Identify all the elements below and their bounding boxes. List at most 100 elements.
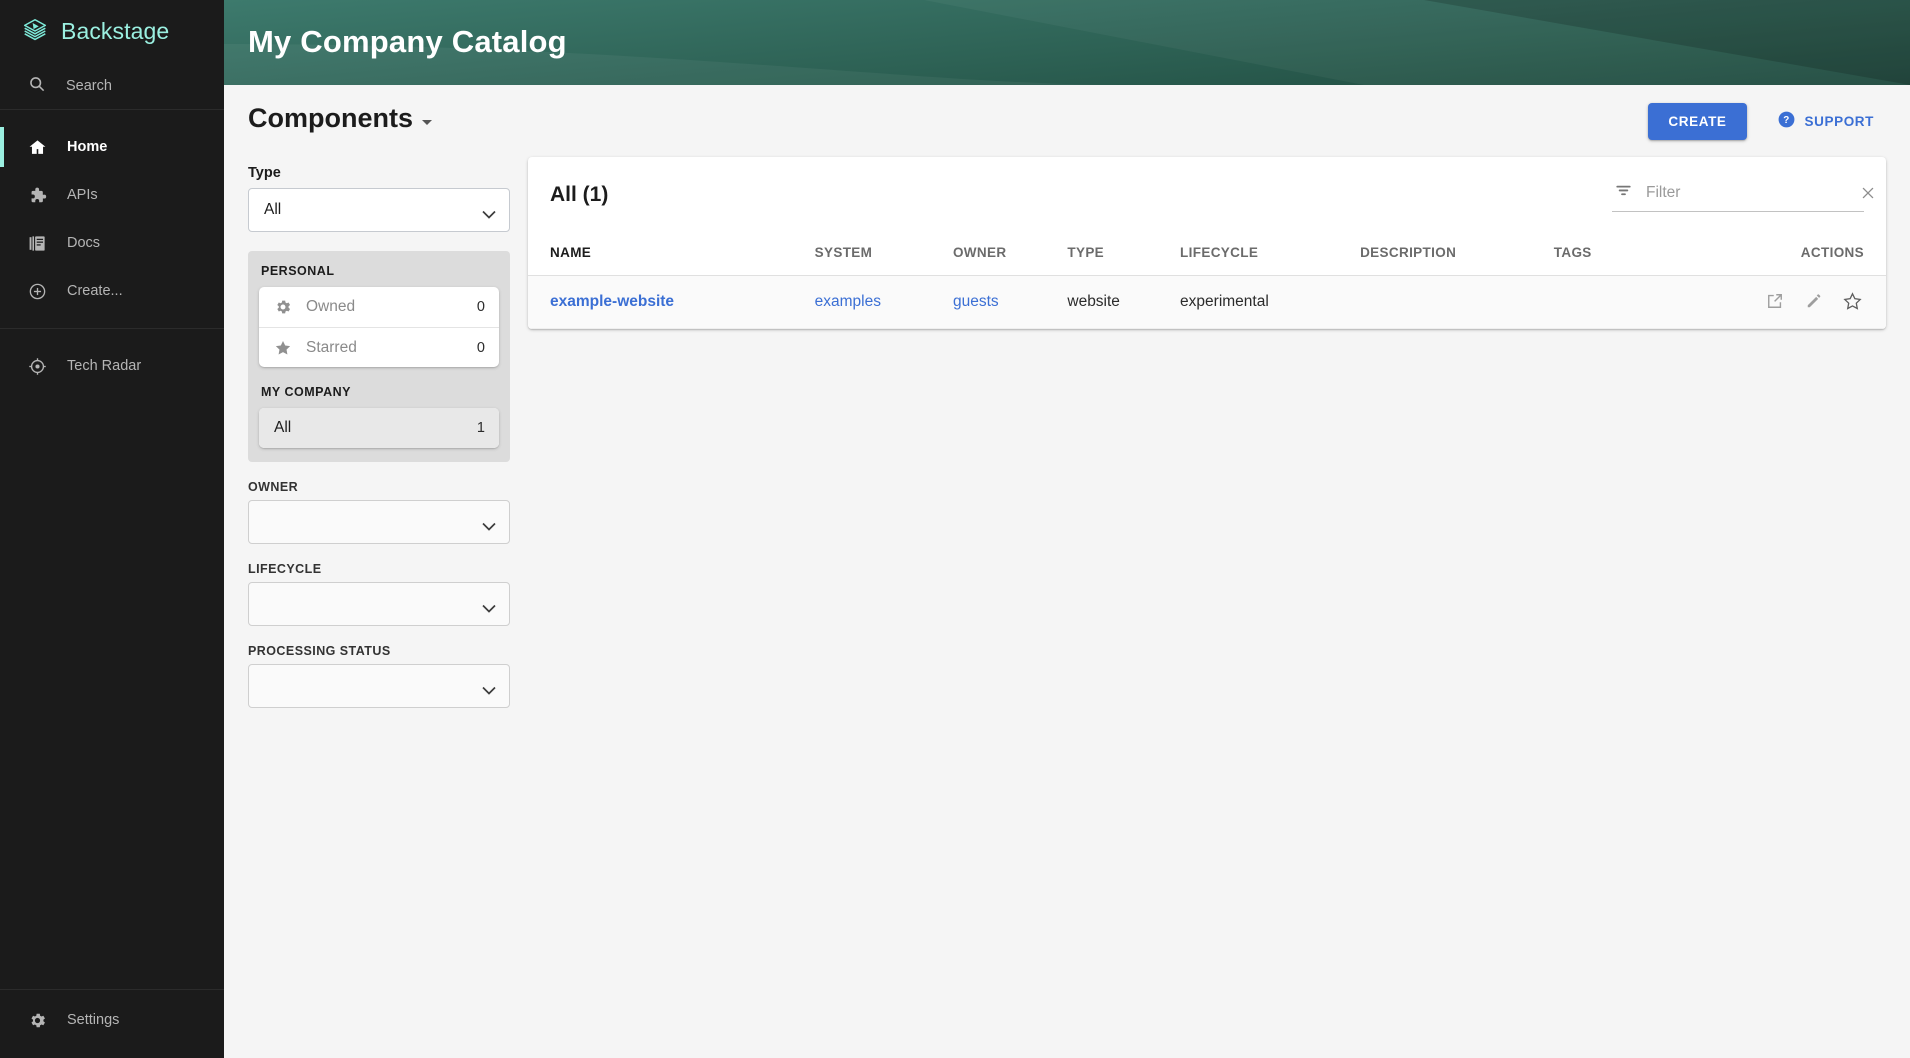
chevron-down-icon <box>482 600 496 613</box>
page-content: Components CREATE ? SUPPORT Type All PER… <box>224 85 1910 708</box>
table-filter-input[interactable] <box>1646 184 1846 202</box>
system-link-examples[interactable]: examples <box>815 293 881 310</box>
filter-option-owned-label: Owned <box>306 298 356 315</box>
edit-pencil-icon[interactable] <box>1804 291 1826 313</box>
sidebar: Backstage Search Home APIs Docs Create..… <box>0 0 224 1058</box>
sidebar-primary-group: Home APIs Docs Create... <box>0 110 224 328</box>
page-title-text: Components <box>248 103 413 133</box>
cell-description <box>1360 275 1554 329</box>
filter-company-group-label: MY COMPANY <box>261 385 351 399</box>
page-title[interactable]: Components <box>248 103 432 134</box>
chevron-down-icon <box>482 518 496 531</box>
help-circle-icon: ? <box>1777 110 1796 132</box>
chevron-down-icon <box>482 206 496 219</box>
table-body: example-website examples guests website … <box>528 275 1886 329</box>
sidebar-item-settings-label: Settings <box>67 1012 120 1028</box>
star-filled-icon <box>274 339 292 357</box>
cell-name: example-website <box>528 275 815 329</box>
app-root: Backstage Search Home APIs Docs Create..… <box>0 0 1910 1058</box>
catalog-table-card: All (1) Filter NAME SYSTEM OWNER TYPE LI… <box>528 157 1886 329</box>
filter-company-options: All 1 <box>259 408 499 448</box>
sidebar-item-apis-label: APIs <box>67 187 98 203</box>
cell-lifecycle: experimental <box>1180 275 1361 329</box>
brand-name: Backstage <box>61 17 170 44</box>
sidebar-item-create-label: Create... <box>67 283 123 299</box>
open-in-new-icon[interactable] <box>1765 291 1787 313</box>
sidebar-bottom-group: Settings <box>0 989 224 1058</box>
search-icon <box>27 74 46 98</box>
filter-option-owned[interactable]: Owned 0 <box>259 287 499 327</box>
home-icon <box>27 137 47 157</box>
chevron-down-icon <box>422 120 432 125</box>
filter-personal-group-label: PERSONAL <box>261 264 335 278</box>
column-header-description[interactable]: DESCRIPTION <box>1360 230 1554 276</box>
sidebar-item-docs[interactable]: Docs <box>0 219 224 267</box>
filter-list-icon <box>1614 181 1633 205</box>
filters-panel: Type All PERSONAL Owned 0 Starred 0 MY C… <box>248 157 510 708</box>
column-header-actions: ACTIONS <box>1639 230 1886 276</box>
chevron-down-icon <box>482 682 496 695</box>
filter-lifecycle: LIFECYCLE <box>248 562 510 626</box>
filter-owner-select[interactable] <box>248 500 510 544</box>
sidebar-item-search[interactable]: Search <box>0 62 224 110</box>
filter-option-owned-count: 0 <box>476 299 485 315</box>
cell-system: examples <box>814 275 953 329</box>
filter-option-starred-label: Starred <box>306 338 357 356</box>
filter-owner: OWNER <box>248 480 510 544</box>
sidebar-item-tech-radar-label: Tech Radar <box>67 358 142 374</box>
page-title-row: Components CREATE ? SUPPORT <box>248 85 1886 157</box>
cell-type: website <box>1067 275 1181 329</box>
sidebar-item-docs-label: Docs <box>67 235 101 251</box>
column-header-owner[interactable]: OWNER <box>952 230 1068 276</box>
sidebar-item-create[interactable]: Create... <box>0 267 224 315</box>
filter-option-starred[interactable]: Starred 0 <box>259 327 499 367</box>
star-outline-icon[interactable] <box>1842 291 1864 313</box>
filter-processing-status-select[interactable] <box>248 664 510 708</box>
close-icon[interactable] <box>1859 184 1877 202</box>
filter-option-all-count: 1 <box>476 420 485 436</box>
column-header-name[interactable]: NAME <box>528 230 815 276</box>
filter-type-value: All <box>264 201 282 218</box>
column-header-type[interactable]: TYPE <box>1067 230 1181 276</box>
table-header-row: NAME SYSTEM OWNER TYPE LIFECYCLE DESCRIP… <box>528 230 1886 276</box>
backstage-logo-icon <box>20 16 50 46</box>
svg-text:?: ? <box>1783 115 1790 126</box>
filter-option-all-label: All <box>274 419 292 436</box>
filter-option-starred-count: 0 <box>476 339 485 356</box>
sidebar-item-tech-radar[interactable]: Tech Radar <box>0 342 224 390</box>
column-header-system[interactable]: SYSTEM <box>814 230 953 276</box>
radar-icon <box>27 356 47 376</box>
sidebar-item-settings[interactable]: Settings <box>0 996 224 1044</box>
entity-link-example-website[interactable]: example-website <box>550 293 674 310</box>
cell-tags <box>1553 275 1640 329</box>
support-button[interactable]: ? SUPPORT <box>1765 100 1886 142</box>
catalog-body: Type All PERSONAL Owned 0 Starred 0 MY C… <box>248 157 1886 708</box>
filter-type-label: Type <box>248 165 281 181</box>
gear-icon <box>274 298 292 316</box>
sidebar-item-apis[interactable]: APIs <box>0 171 224 219</box>
plus-circle-icon <box>27 281 47 301</box>
filter-personal-options: Owned 0 Starred 0 <box>259 287 499 367</box>
support-button-label: SUPPORT <box>1804 113 1874 129</box>
filter-option-all[interactable]: All 1 <box>259 408 499 448</box>
column-header-tags[interactable]: TAGS <box>1553 230 1640 276</box>
sidebar-item-home[interactable]: Home <box>0 123 224 171</box>
filter-lifecycle-select[interactable] <box>248 582 510 626</box>
column-header-lifecycle[interactable]: LIFECYCLE <box>1180 230 1361 276</box>
filter-owner-label: OWNER <box>248 480 299 494</box>
create-button[interactable]: CREATE <box>1648 102 1747 140</box>
cell-actions <box>1639 275 1886 329</box>
cell-owner: guests <box>952 275 1068 329</box>
filter-processing-status: PROCESSING STATUS <box>248 644 510 708</box>
filter-type-select[interactable]: All <box>248 188 510 232</box>
catalog-table: NAME SYSTEM OWNER TYPE LIFECYCLE DESCRIP… <box>528 230 1886 329</box>
owner-link-guests[interactable]: guests <box>953 293 999 310</box>
extension-puzzle-icon <box>27 185 47 205</box>
filter-lifecycle-label: LIFECYCLE <box>248 562 322 576</box>
table-filter-field <box>1612 177 1874 212</box>
sidebar-item-home-label: Home <box>67 139 108 155</box>
brand-logo[interactable]: Backstage <box>0 0 224 62</box>
main-area: My Company Catalog Components CREATE ? S… <box>224 0 1910 1058</box>
page-banner-title: My Company Catalog <box>248 24 567 59</box>
filter-processing-status-label: PROCESSING STATUS <box>248 644 391 658</box>
